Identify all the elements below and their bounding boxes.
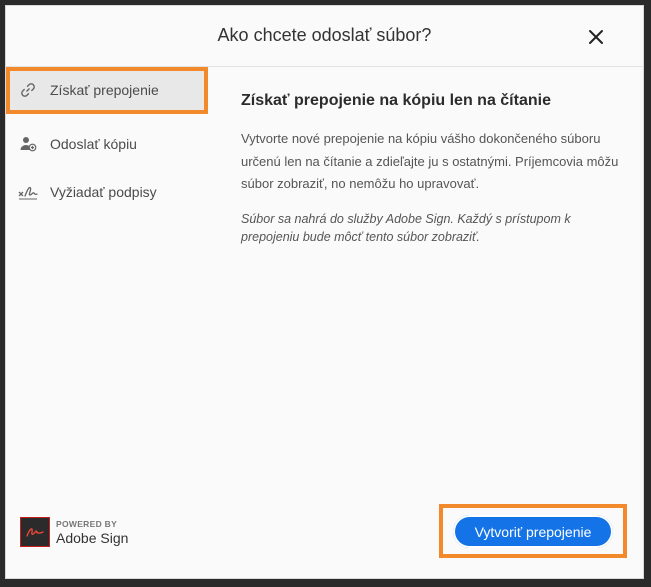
content-title: Získať prepojenie na kópiu len na čítani… <box>241 92 551 109</box>
add-person-icon <box>6 135 50 153</box>
sidebar-item-label: Odoslať kópiu <box>50 136 137 152</box>
sidebar-item-request-signatures[interactable]: Vyžiadať podpisy <box>6 169 208 215</box>
adobe-sign-logo-icon <box>20 517 50 547</box>
content-note: Súbor sa nahrá do služby Adobe Sign. Kaž… <box>241 211 571 244</box>
adobe-sign-branding: POWERED BY Adobe Sign <box>20 516 128 548</box>
powered-by-label: POWERED BY <box>56 518 118 529</box>
content-panel: Získať prepojenie na kópiu len na čítani… <box>241 92 621 246</box>
content-description: Vytvorte nové prepojenie na kópiu vášho … <box>241 131 619 191</box>
sidebar-item-get-link[interactable]: Získať prepojenie <box>6 67 208 113</box>
sidebar-item-label: Získať prepojenie <box>50 82 159 98</box>
dialog-header: Ako chcete odoslať súbor? <box>6 6 643 67</box>
sidebar-item-label: Vyžiadať podpisy <box>50 184 157 200</box>
brand-name: Adobe Sign <box>56 529 129 546</box>
send-file-dialog: Ako chcete odoslať súbor? Získať prepoje… <box>5 5 644 579</box>
sidebar: Získať prepojenie Odoslať kópiu Vyžiadať… <box>6 67 208 507</box>
screen-background: Ako chcete odoslať súbor? Získať prepoje… <box>0 0 651 587</box>
signature-icon <box>6 183 50 201</box>
create-link-button[interactable]: Vytvoriť prepojenie <box>453 515 613 548</box>
close-icon[interactable] <box>587 28 605 46</box>
sidebar-item-send-copy[interactable]: Odoslať kópiu <box>6 121 208 167</box>
link-icon <box>6 81 50 99</box>
dialog-title: Ako chcete odoslať súbor? <box>217 25 432 45</box>
